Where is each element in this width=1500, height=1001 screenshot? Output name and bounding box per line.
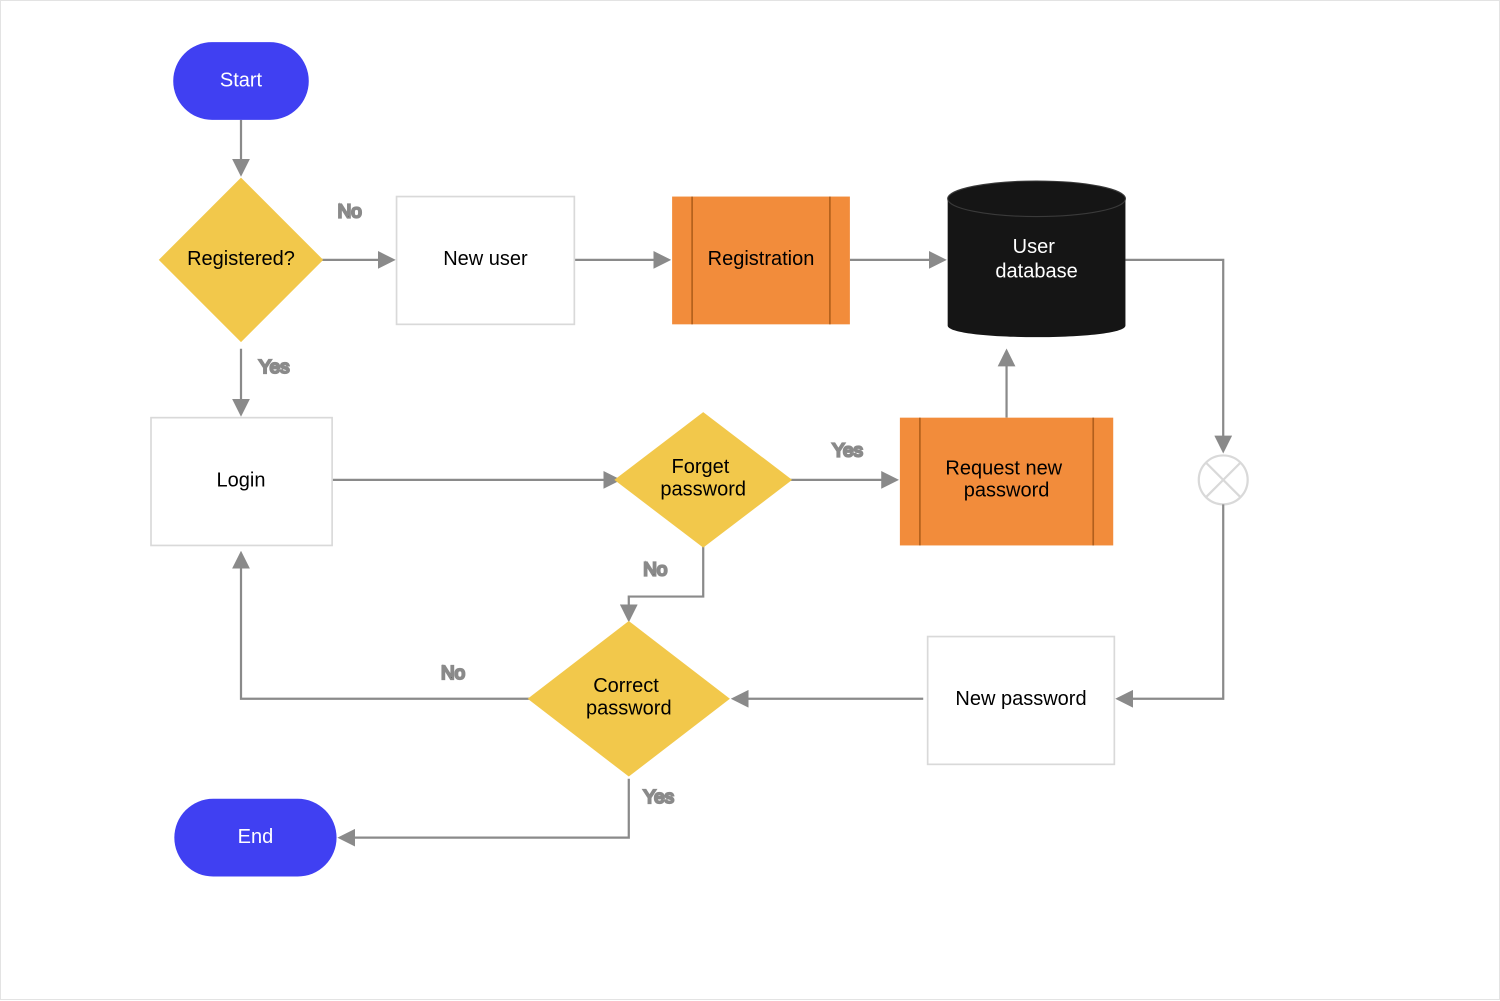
node-database: User database xyxy=(948,181,1126,337)
node-registered: Registered? xyxy=(159,178,323,342)
node-end-label: End xyxy=(238,826,274,848)
edge-label-correct-no: No xyxy=(441,663,465,684)
node-request-password-label: Request new password xyxy=(945,457,1067,501)
edge-label-registered-no: No xyxy=(338,202,362,223)
node-correct-password-label: Correct password xyxy=(586,675,672,719)
edge-forget-to-correct xyxy=(629,545,703,618)
edge-label-correct-yes: Yes xyxy=(643,787,674,808)
flowchart-canvas: No Yes Yes No No xyxy=(0,0,1500,1000)
junction-node xyxy=(1199,455,1248,504)
node-login: Login xyxy=(151,418,332,546)
node-start-label: Start xyxy=(220,69,263,91)
node-new-user: New user xyxy=(397,197,575,325)
node-registered-label: Registered? xyxy=(187,248,295,270)
flowchart-svg: No Yes Yes No No xyxy=(1,1,1500,1001)
node-new-password-label: New password xyxy=(955,688,1086,710)
node-new-password: New password xyxy=(928,637,1115,765)
node-new-user-label: New user xyxy=(443,248,528,270)
node-registration: Registration xyxy=(672,197,850,325)
edge-correct-to-login xyxy=(241,554,530,698)
node-forget-password: Forget password xyxy=(614,412,792,548)
edge-database-to-junction xyxy=(1125,260,1223,450)
node-correct-password: Correct password xyxy=(528,621,730,777)
edge-label-forget-yes: Yes xyxy=(832,441,863,462)
node-start: Start xyxy=(173,42,309,120)
node-request-password: Request new password xyxy=(900,418,1113,546)
node-end: End xyxy=(174,799,336,877)
node-registration-label: Registration xyxy=(708,248,815,270)
node-forget-password-label: Forget password xyxy=(660,456,746,500)
edge-correct-to-end xyxy=(341,779,629,838)
node-login-label: Login xyxy=(217,469,266,491)
edge-junction-to-newpassword xyxy=(1119,504,1223,698)
edge-label-registered-yes: Yes xyxy=(259,357,290,378)
edge-label-forget-no: No xyxy=(643,559,667,580)
